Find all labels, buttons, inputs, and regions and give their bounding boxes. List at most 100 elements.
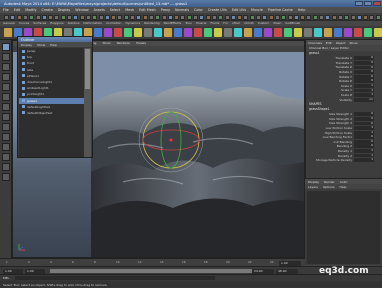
status-line-icon[interactable]: [369, 14, 375, 20]
status-line-icon[interactable]: [167, 14, 173, 20]
status-line-icon[interactable]: [29, 14, 35, 20]
status-line-icon[interactable]: [237, 14, 243, 20]
status-line-icon[interactable]: [350, 14, 356, 20]
menu-select[interactable]: Select: [110, 8, 120, 12]
shelf-tool-icon[interactable]: [244, 28, 252, 37]
shelf-tool-icon[interactable]: [94, 28, 102, 37]
menu-proxy[interactable]: Proxy: [161, 8, 170, 12]
toolbox-tool-icon[interactable]: [2, 153, 10, 161]
status-line-icon[interactable]: [287, 14, 293, 20]
shelf-tool-icon[interactable]: [364, 28, 372, 37]
shelf-tool-icon[interactable]: [334, 28, 342, 37]
shelf-tool-icon[interactable]: [314, 28, 322, 37]
outliner-menu-display[interactable]: Display: [21, 43, 32, 47]
toolbox-tool-icon[interactable]: [2, 53, 10, 61]
shelf-tool-icon[interactable]: [234, 28, 242, 37]
shelf-tool-icon[interactable]: [134, 28, 142, 37]
status-line-icon[interactable]: [4, 14, 9, 20]
status-line-icon[interactable]: [274, 14, 280, 20]
status-line-icon[interactable]: [218, 14, 224, 20]
status-line-icon[interactable]: [155, 14, 161, 20]
menu-color[interactable]: Color: [194, 8, 203, 12]
shelf-tool-icon[interactable]: [144, 28, 152, 37]
status-line-icon[interactable]: [174, 14, 180, 20]
shelf-tool-icon[interactable]: [154, 28, 162, 37]
toolbox-tool-icon[interactable]: [2, 103, 10, 111]
channel-box-tab-edit[interactable]: Edit: [326, 41, 332, 45]
status-line-icon[interactable]: [48, 14, 54, 20]
status-line-icon[interactable]: [111, 14, 117, 20]
status-line-icon[interactable]: [22, 14, 28, 20]
status-line-icon[interactable]: [256, 14, 261, 20]
menu-create-uvs[interactable]: Create UVs: [208, 8, 227, 12]
channel-value[interactable]: on: [354, 97, 374, 102]
time-slider[interactable]: 1 2 4 6 8 10 12 14 16 18 20 22 24 1.00: [0, 258, 305, 266]
range-inner-end-field[interactable]: 24.00: [252, 268, 274, 274]
shelf-tool-icon[interactable]: [114, 28, 122, 37]
status-line-icon[interactable]: [123, 14, 129, 20]
menu-create[interactable]: Create: [42, 8, 53, 12]
shelf-tool-icon[interactable]: [224, 28, 232, 37]
layer-menu-options[interactable]: Options: [323, 185, 335, 189]
menu-assets[interactable]: Assets: [94, 8, 105, 12]
status-line-icon[interactable]: [92, 14, 98, 20]
outliner-menu-help[interactable]: Help: [50, 43, 57, 47]
shelf-tool-icon[interactable]: [264, 28, 272, 37]
channel-box-tab-object[interactable]: Object: [336, 41, 346, 45]
status-line-icon[interactable]: [325, 14, 331, 20]
status-line-icon[interactable]: [117, 14, 123, 20]
status-line-icon[interactable]: [230, 14, 236, 20]
status-line-icon[interactable]: [136, 14, 142, 20]
range-start-field[interactable]: 1.00: [3, 268, 23, 274]
status-line-icon[interactable]: [193, 14, 198, 20]
menu-help[interactable]: Help: [298, 8, 306, 12]
toolbox-tool-icon[interactable]: [2, 173, 10, 181]
status-line-icon[interactable]: [249, 14, 255, 20]
status-line-icon[interactable]: [375, 14, 381, 20]
status-line-icon[interactable]: [363, 14, 369, 20]
shelf-tool-icon[interactable]: [104, 28, 112, 37]
status-line-icon[interactable]: [41, 14, 47, 20]
maximize-button[interactable]: [364, 1, 372, 6]
shelf-tool-icon[interactable]: [254, 28, 262, 37]
status-line-icon[interactable]: [148, 14, 154, 20]
status-line-icon[interactable]: [319, 14, 324, 20]
shelf-tool-icon[interactable]: [274, 28, 282, 37]
range-end-field[interactable]: 48.00: [276, 268, 298, 274]
status-line-icon[interactable]: [60, 14, 66, 20]
minimize-button[interactable]: [355, 1, 363, 6]
status-line-icon[interactable]: [16, 14, 22, 20]
status-line-icon[interactable]: [180, 14, 186, 20]
status-line-icon[interactable]: [73, 14, 79, 20]
toolbox-tool-icon[interactable]: [2, 133, 10, 141]
menu-muscle[interactable]: Muscle: [251, 8, 263, 12]
shelf-tool-icon[interactable]: [214, 28, 222, 37]
outliner-window[interactable]: Outliner Display Show Help persp top front si…: [17, 36, 93, 158]
status-line-icon[interactable]: [211, 14, 217, 20]
toolbox-tool-icon[interactable]: [2, 143, 10, 151]
status-line-icon[interactable]: [142, 14, 148, 20]
shelf-tool-icon[interactable]: [304, 28, 312, 37]
status-line-icon[interactable]: [356, 14, 362, 20]
status-line-icon[interactable]: [98, 14, 104, 20]
status-line-icon[interactable]: [300, 14, 306, 20]
range-bar[interactable]: [50, 269, 270, 273]
toolbox-tool-icon[interactable]: [2, 93, 10, 101]
shelf-tool-icon[interactable]: [4, 28, 12, 37]
status-line-icon[interactable]: [79, 14, 85, 20]
status-line-icon[interactable]: [205, 14, 211, 20]
status-line-icon[interactable]: [104, 14, 110, 20]
status-line-icon[interactable]: [199, 14, 205, 20]
menu-edit[interactable]: Edit: [14, 8, 21, 12]
shelf-tool-icon[interactable]: [204, 28, 212, 37]
menu-display[interactable]: Display: [58, 8, 71, 12]
shelf-tool-icon[interactable]: [344, 28, 352, 37]
status-line-icon[interactable]: [281, 14, 287, 20]
command-input[interactable]: [15, 275, 215, 281]
status-line-icon[interactable]: [54, 14, 60, 20]
shelf-tool-icon[interactable]: [174, 28, 182, 37]
shelf-tool-icon[interactable]: [284, 28, 292, 37]
shelf-tool-icon[interactable]: [184, 28, 192, 37]
channel-box-tab-show[interactable]: Show: [349, 41, 357, 45]
outliner-scroll-thumb[interactable]: [85, 49, 90, 89]
